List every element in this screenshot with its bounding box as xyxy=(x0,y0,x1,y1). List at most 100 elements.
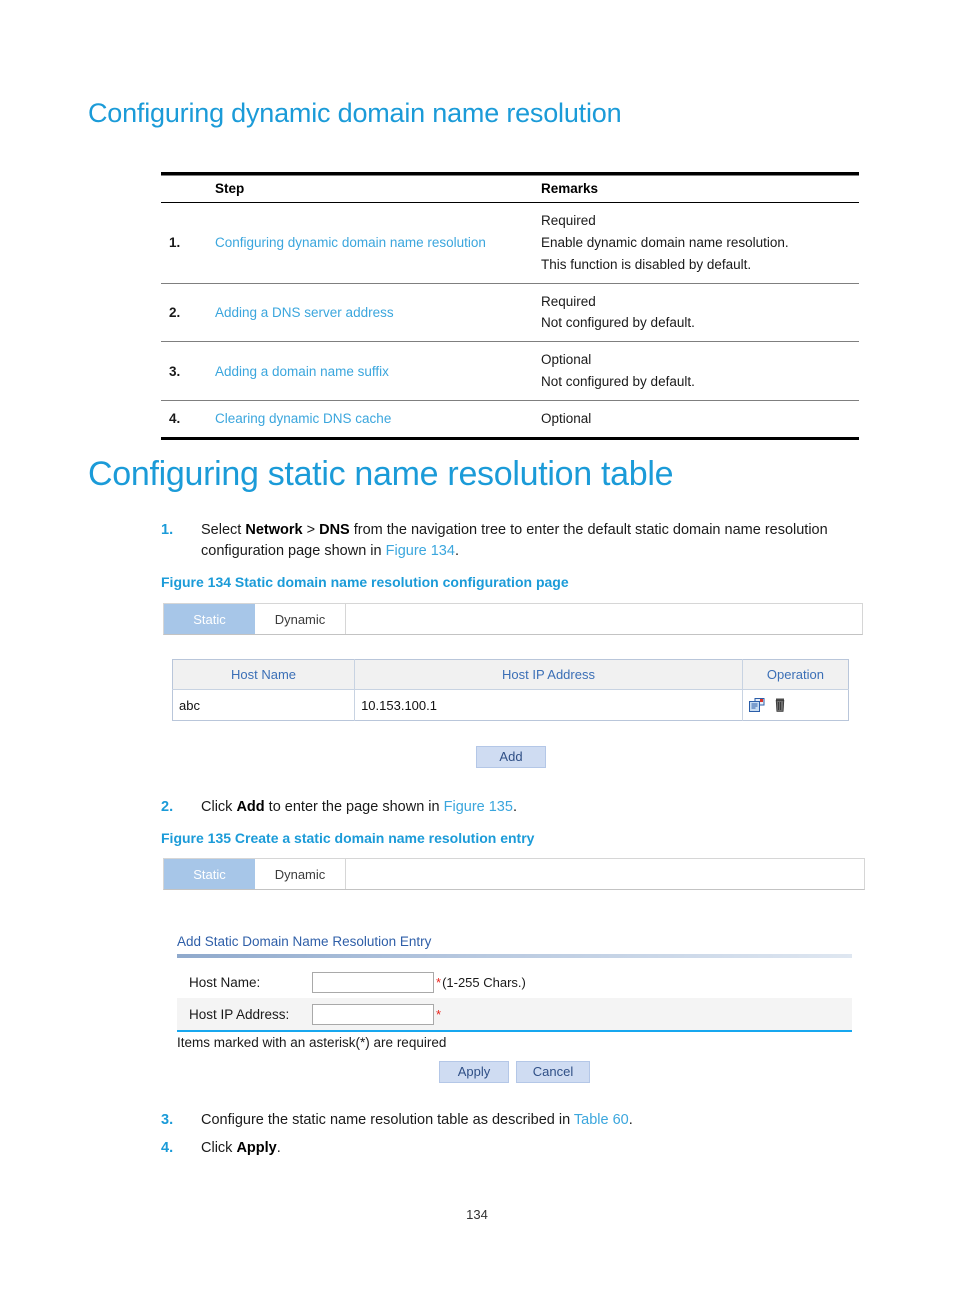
remark-line: This function is disabled by default. xyxy=(541,256,752,272)
step-2-post: . xyxy=(512,799,517,815)
document-page: Configuring dynamic domain name resoluti… xyxy=(0,0,954,1296)
step-4-bold-apply: Apply xyxy=(236,1140,277,1156)
tab-dynamic[interactable]: Dynamic xyxy=(255,604,346,634)
step-2-pre: Click xyxy=(201,799,237,815)
delete-icon[interactable] xyxy=(773,697,789,713)
form-section-rule xyxy=(177,954,852,958)
tab-dynamic-label: Dynamic xyxy=(274,611,326,627)
required-fields-note: Items marked with an asterisk(*) are req… xyxy=(177,1035,447,1050)
remark-line: Not configured by default. xyxy=(541,315,695,331)
col-header-step: Step xyxy=(207,175,533,203)
step-1-post: . xyxy=(454,543,459,560)
step-1-bold-network: Network xyxy=(245,522,303,538)
step-number: 2. xyxy=(161,283,207,343)
table-row: 4. Clearing dynamic DNS cache Optional xyxy=(161,400,859,440)
cancel-button[interactable]: Cancel xyxy=(516,1061,590,1083)
table-row: 1. Configuring dynamic domain name resol… xyxy=(161,202,859,284)
tab-dynamic-label: Dynamic xyxy=(274,866,326,882)
add-button[interactable]: Add xyxy=(476,746,546,768)
figure-134-screenshot: Static Dynamic Host Name Host IP Address… xyxy=(163,603,863,778)
step-4-text: Click Apply. xyxy=(201,1138,869,1159)
step-link[interactable]: Adding a DNS server address xyxy=(207,283,533,343)
table-row: 2. Adding a DNS server address Required … xyxy=(161,283,859,343)
tab-bar-filler xyxy=(346,859,864,889)
step-3-text: Configure the static name resolution tab… xyxy=(201,1110,869,1131)
xref-figure-135[interactable]: Figure 135 xyxy=(444,799,513,815)
table-row: abc 10.153.100.1 xyxy=(172,689,849,721)
host-name-label: Host Name: xyxy=(189,974,261,990)
apply-button-label: Apply xyxy=(457,1064,491,1079)
cancel-button-label: Cancel xyxy=(532,1064,574,1079)
step-4-pre: Click xyxy=(201,1140,237,1156)
remark-line: Enable dynamic domain name resolution. xyxy=(541,234,789,250)
edit-icon[interactable] xyxy=(748,697,765,713)
step-2-number: 2. xyxy=(161,799,174,815)
step-link[interactable]: Adding a domain name suffix xyxy=(207,341,533,402)
grid-col-operation: Operation xyxy=(742,659,849,690)
step-1-number: 1. xyxy=(161,522,174,538)
step-link[interactable]: Configuring dynamic domain name resoluti… xyxy=(207,202,533,284)
step-number: 3. xyxy=(161,341,207,402)
step-link-label: Adding a DNS server address xyxy=(215,304,394,320)
step-link[interactable]: Clearing dynamic DNS cache xyxy=(207,400,533,440)
static-entries-grid: Host Name Host IP Address Operation abc … xyxy=(172,659,849,721)
tab-static-label: Static xyxy=(193,611,226,627)
step-3-post: . xyxy=(628,1112,633,1128)
step-4-number: 4. xyxy=(161,1140,174,1156)
tab-bar-filler xyxy=(346,604,862,634)
field-row-host-name: Host Name: * (1-255 Chars.) xyxy=(177,966,852,998)
table-row: 3. Adding a domain name suffix Optional … xyxy=(161,341,859,402)
tab-bar: Static Dynamic xyxy=(163,603,863,635)
step-2-bold-add: Add xyxy=(236,799,265,815)
xref-table-60[interactable]: Table 60 xyxy=(574,1112,629,1128)
remark-line: Optional xyxy=(541,411,592,427)
form-bottom-rule xyxy=(177,1030,852,1032)
col-header-blank xyxy=(161,175,207,203)
step-3-pre: Configure the static name resolution tab… xyxy=(201,1112,574,1128)
required-asterisk: * xyxy=(436,974,442,990)
remark-line: Required xyxy=(541,293,596,309)
step-3-number: 3. xyxy=(161,1112,174,1128)
step-1-bold-dns: DNS xyxy=(319,522,350,538)
grid-col-host-ip: Host IP Address xyxy=(354,659,743,690)
field-row-host-ip: Host IP Address: * xyxy=(177,998,852,1030)
page-subtitle: Configuring static name resolution table xyxy=(88,455,674,493)
cell-host-name: abc xyxy=(172,689,356,721)
numbered-step-1: 1. Select Network > DNS from the navigat… xyxy=(161,520,869,562)
host-name-input[interactable] xyxy=(312,971,434,993)
form-section-title: Add Static Domain Name Resolution Entry xyxy=(177,934,432,949)
tab-dynamic[interactable]: Dynamic xyxy=(255,859,346,889)
add-button-label: Add xyxy=(499,749,523,764)
tab-static-label: Static xyxy=(193,866,226,882)
step-remarks-table: Step Remarks 1. Configuring dynamic doma… xyxy=(161,172,859,440)
step-link-label: Configuring dynamic domain name resoluti… xyxy=(215,235,486,251)
remark-line: Not configured by default. xyxy=(541,374,695,390)
tab-bar: Static Dynamic xyxy=(163,858,865,890)
step-4-post: . xyxy=(276,1140,281,1156)
tab-static[interactable]: Static xyxy=(164,604,255,634)
cell-operation xyxy=(742,690,848,721)
step-number: 4. xyxy=(161,400,207,440)
tab-static[interactable]: Static xyxy=(164,859,255,889)
remarks-cell: Optional xyxy=(533,400,859,440)
remark-line: Required xyxy=(541,213,596,228)
host-ip-input[interactable] xyxy=(312,1003,434,1025)
host-ip-label: Host IP Address: xyxy=(189,1006,290,1022)
numbered-step-4: 4. Click Apply. xyxy=(161,1138,869,1159)
remark-line: Optional xyxy=(541,352,592,368)
page-title: Configuring dynamic domain name resoluti… xyxy=(88,98,622,128)
step-link-label: Adding a domain name suffix xyxy=(215,363,389,379)
step-1-pre: Select xyxy=(201,522,246,538)
xref-figure-134[interactable]: Figure 134 xyxy=(386,543,455,559)
col-header-remarks: Remarks xyxy=(533,175,859,203)
figure-134-caption: Figure 134 Static domain name resolution… xyxy=(161,574,569,590)
figure-135-screenshot: Static Dynamic Add Static Domain Name Re… xyxy=(163,858,865,1090)
page-number: 134 xyxy=(466,1207,488,1222)
step-2-mid1: to enter the page shown in xyxy=(264,799,444,815)
step-2-text: Click Add to enter the page shown in Fig… xyxy=(201,797,869,818)
remarks-cell: Optional Not configured by default. xyxy=(533,341,859,402)
grid-header-row: Host Name Host IP Address Operation xyxy=(172,659,849,690)
remarks-cell: Required Not configured by default. xyxy=(533,283,859,343)
numbered-step-2: 2. Click Add to enter the page shown in … xyxy=(161,797,869,818)
apply-button[interactable]: Apply xyxy=(439,1061,509,1083)
